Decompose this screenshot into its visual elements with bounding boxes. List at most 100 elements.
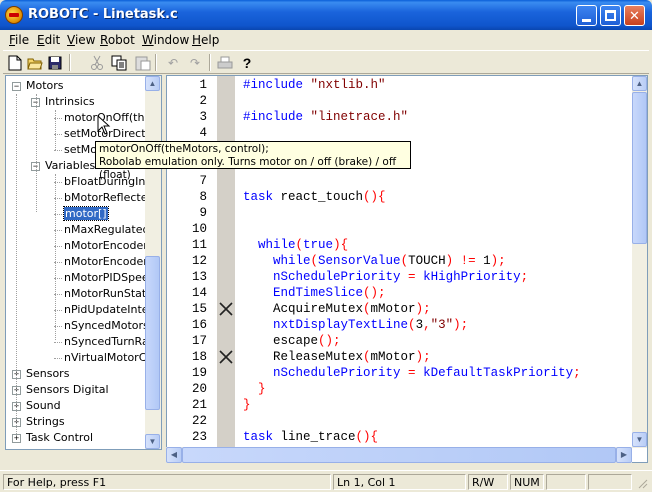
code-line[interactable]: } [243, 381, 266, 397]
code-token: ( [310, 254, 319, 268]
code-line[interactable]: escape(); [243, 333, 341, 349]
context-help-button[interactable]: ? [237, 53, 257, 72]
tree-item[interactable]: Sensors [26, 366, 69, 382]
menu-help[interactable]: Help [192, 33, 219, 47]
tree-item[interactable]: motor[] [63, 206, 109, 222]
menu-file[interactable]: File [9, 33, 29, 47]
code-line[interactable]: nSchedulePriority = kDefaultTaskPriority… [243, 365, 581, 381]
tree-item[interactable]: Task Control [26, 430, 93, 446]
collapse-icon[interactable]: − [12, 82, 21, 91]
tree-item[interactable]: Strings [26, 414, 65, 430]
print-icon [217, 56, 233, 68]
tree-item[interactable]: nMotorEncoder[ [64, 238, 152, 254]
menu-view[interactable]: View [67, 33, 95, 47]
tree-item[interactable]: Sound [26, 398, 61, 414]
robotc-logo-icon[interactable] [5, 6, 23, 24]
undo-icon: ↶ [167, 55, 179, 70]
function-tree-panel[interactable]: Motors − Intrinsics − motorOnOff(the setMotor… [5, 75, 162, 450]
save-icon [48, 56, 62, 69]
scroll-left-button[interactable]: ◀ [166, 447, 182, 463]
code-token: mMotor [370, 302, 416, 316]
undo-button[interactable]: ↶ [163, 53, 183, 72]
code-line[interactable]: #include "nxtlib.h" [243, 77, 386, 93]
code-line[interactable]: while(true){ [243, 237, 348, 253]
breakpoint-icon[interactable] [218, 349, 234, 365]
code-token: = [400, 270, 424, 284]
code-line[interactable]: nxtDisplayTextLine(3,"3"); [243, 317, 468, 333]
new-file-button[interactable] [5, 53, 25, 72]
code-token: } [258, 382, 266, 396]
tree-item[interactable]: Motors [26, 78, 64, 94]
scroll-thumb[interactable] [145, 256, 160, 410]
save-button[interactable] [45, 53, 65, 72]
code-line[interactable]: #include "linetrace.h" [243, 109, 408, 125]
code-token: (); [363, 286, 386, 300]
code-line[interactable]: } [243, 397, 251, 413]
code-token: 3 [415, 318, 424, 332]
code-line[interactable]: while(SensorValue(TOUCH) != 1); [243, 253, 506, 269]
line-number: 4 [199, 126, 207, 140]
copy-button[interactable] [109, 53, 129, 72]
tree-item[interactable]: nMotorRunState [64, 286, 153, 302]
open-button[interactable] [25, 53, 45, 72]
tree-item-label: Variables [45, 159, 96, 172]
code-editor[interactable]: 1 #include "nxtlib.h" 2 3 #include "linetrac… [166, 75, 648, 463]
tree-item[interactable]: nPidUpdateInter [64, 302, 153, 318]
tree-item-label: nMotorEncoder[ [64, 239, 153, 252]
maximize-button[interactable] [600, 5, 621, 26]
tree-item-label: nMotorPIDSpeed [64, 271, 156, 284]
tree-item[interactable]: Sensors Digital [26, 382, 109, 398]
code-line[interactable]: EndTimeSlice(); [243, 285, 386, 301]
tree-item-label: nMotorEncoderT [64, 255, 155, 268]
maximize-icon [605, 10, 616, 21]
status-bar: For Help, press F1 Ln 1, Col 1 R/W NUM [0, 470, 652, 492]
code-token: (){ [363, 190, 386, 204]
code-token: "nxtlib.h" [310, 78, 386, 92]
tree-item[interactable]: bMotorReflected [64, 190, 155, 206]
close-button[interactable]: ✕ [624, 5, 645, 26]
code-line[interactable]: task react_touch(){ [243, 189, 386, 205]
cut-button[interactable] [87, 53, 107, 72]
tree-item-label: Sensors Digital [26, 383, 109, 396]
redo-button[interactable]: ↷ [185, 53, 205, 72]
title-bar[interactable]: ROBOTC - Linetask.c ✕ [0, 0, 652, 30]
resize-grip-icon[interactable] [636, 477, 648, 489]
breakpoint-icon[interactable] [218, 301, 234, 317]
tree-item[interactable]: nMotorPIDSpeed [64, 270, 156, 286]
scroll-thumb[interactable] [182, 447, 616, 463]
code-line[interactable]: task line_trace(){ [243, 429, 378, 445]
scroll-up-button[interactable]: ▲ [632, 76, 647, 91]
line-number: 2 [199, 94, 207, 108]
minimize-button[interactable] [576, 5, 597, 26]
tree-item[interactable]: nMaxRegulatedS [64, 222, 156, 238]
print-button[interactable] [215, 53, 235, 72]
tree-item[interactable]: nSyncedMotors [64, 318, 149, 334]
line-number: 16 [191, 318, 207, 332]
tree-vertical-scrollbar[interactable]: ▲ ▼ [145, 76, 161, 449]
menu-edit[interactable]: Edit [37, 33, 60, 47]
tree-item[interactable]: nSyncedTurnRat [64, 334, 153, 350]
tree-item[interactable]: Variables [45, 158, 95, 174]
scroll-down-button[interactable]: ▼ [632, 432, 647, 447]
code-line[interactable]: ReleaseMutex(mMotor); [243, 349, 431, 365]
menu-window[interactable]: Window [142, 33, 189, 47]
breakpoint-gutter[interactable] [217, 76, 235, 448]
scroll-thumb[interactable] [632, 92, 647, 244]
new-file-icon [8, 55, 22, 70]
scroll-up-button[interactable]: ▲ [145, 76, 160, 91]
menu-robot[interactable]: Robot [100, 33, 135, 47]
scroll-right-button[interactable]: ▶ [616, 447, 632, 463]
code-line[interactable]: AcquireMutex(mMotor); [243, 301, 431, 317]
code-token: ); [415, 350, 431, 364]
tree-item-label: nSyncedTurnRat [64, 335, 154, 348]
editor-vertical-scrollbar[interactable]: ▲ ▼ [632, 76, 647, 448]
editor-horizontal-scrollbar[interactable]: ◀ ▶ [166, 447, 632, 463]
tree-item[interactable]: Intrinsics [45, 94, 95, 110]
tree-item[interactable]: nMotorEncoderT [64, 254, 154, 270]
scroll-down-icon: ▼ [148, 437, 157, 446]
paste-button[interactable] [133, 53, 153, 72]
tree-item[interactable]: Timing [26, 446, 63, 449]
code-line[interactable]: nSchedulePriority = kHighPriority; [243, 269, 528, 285]
scroll-down-button[interactable]: ▼ [145, 434, 160, 449]
